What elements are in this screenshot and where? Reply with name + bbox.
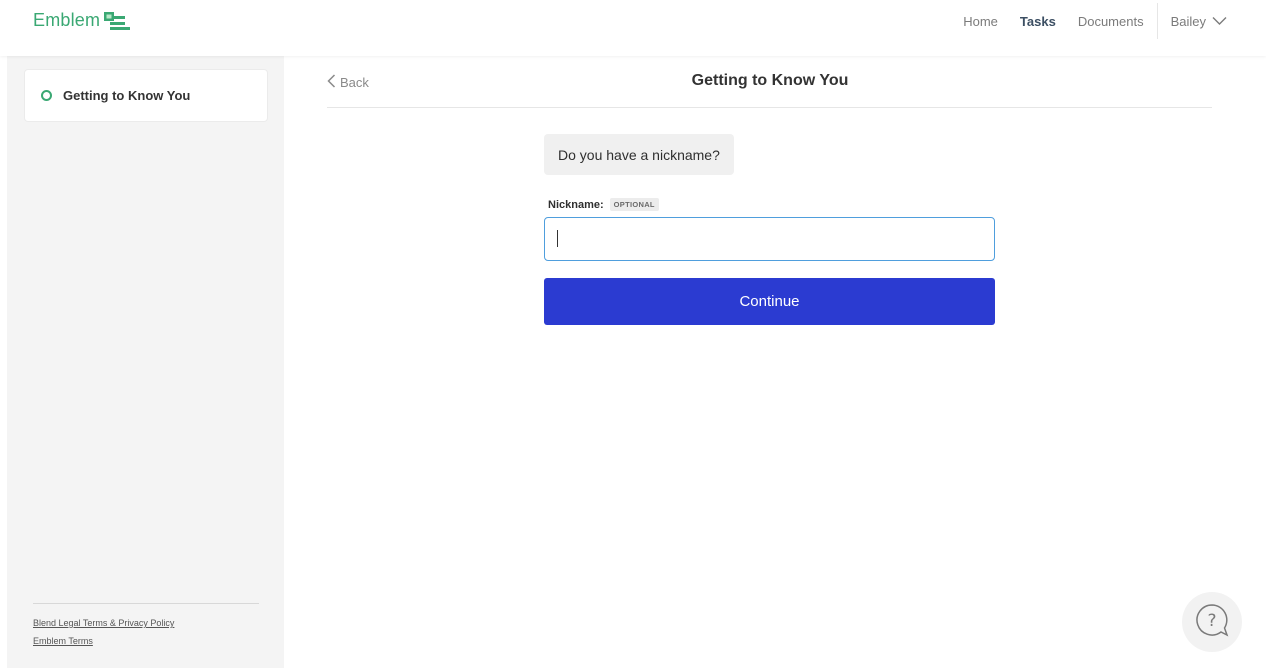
chevron-down-icon	[1212, 14, 1227, 29]
sidebar-task-getting-to-know-you[interactable]: Getting to Know You	[24, 69, 268, 122]
brand-name: Emblem	[33, 10, 101, 30]
back-button[interactable]: Back	[327, 74, 369, 91]
emblem-logo-icon	[104, 11, 131, 31]
user-menu[interactable]: Bailey	[1171, 14, 1227, 29]
brand[interactable]: Emblem	[33, 10, 131, 31]
page-title: Getting to Know You	[691, 72, 849, 89]
help-button[interactable]: ?	[1182, 592, 1242, 652]
top-header: Emblem Home Tasks Documents Bailey	[0, 0, 1266, 56]
continue-button[interactable]: Continue	[544, 278, 995, 325]
chevron-left-icon	[327, 74, 336, 91]
main-divider	[327, 107, 1212, 108]
text-caret	[557, 230, 558, 247]
sidebar: Getting to Know You Blend Legal Terms & …	[7, 56, 284, 668]
optional-badge: OPTIONAL	[609, 198, 659, 211]
top-nav: Home Tasks Documents Bailey	[963, 0, 1266, 42]
help-question-icon: ?	[1194, 602, 1230, 643]
question-bubble: Do you have a nickname?	[544, 134, 734, 175]
back-label: Back	[340, 75, 369, 90]
nickname-input[interactable]	[544, 217, 995, 261]
task-label: Getting to Know You	[63, 88, 191, 103]
nav-divider	[1156, 3, 1158, 39]
legal-terms-link[interactable]: Blend Legal Terms & Privacy Policy	[33, 618, 174, 628]
nav-documents[interactable]: Documents	[1078, 14, 1144, 29]
nickname-label-row: Nickname: OPTIONAL	[548, 198, 659, 211]
nav-tasks[interactable]: Tasks	[1020, 14, 1056, 29]
user-name: Bailey	[1170, 13, 1206, 29]
emblem-terms-link[interactable]: Emblem Terms	[33, 636, 93, 646]
task-status-circle-icon	[41, 90, 52, 101]
nav-home[interactable]: Home	[963, 14, 998, 29]
nickname-label: Nickname:	[548, 198, 604, 211]
svg-text:?: ?	[1207, 611, 1216, 631]
sidebar-divider	[33, 603, 259, 604]
